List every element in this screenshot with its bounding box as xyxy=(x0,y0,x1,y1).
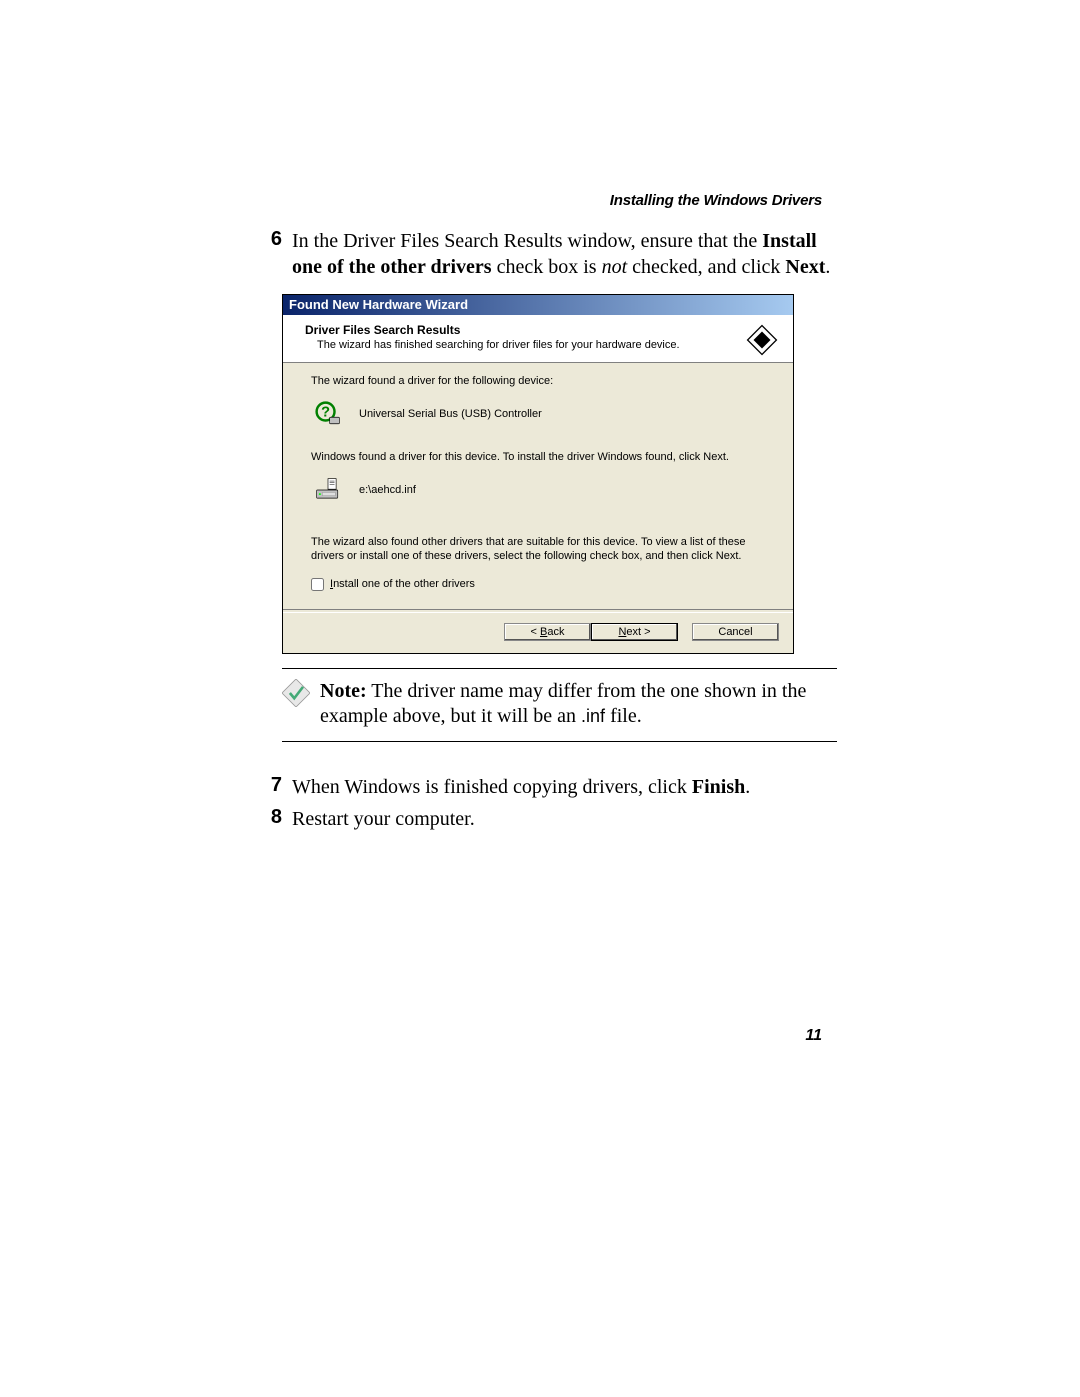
italic-text: not xyxy=(602,256,628,278)
wizard-titlebar: Found New Hardware Wizard xyxy=(283,295,793,315)
note-block: Note: The driver name may differ from th… xyxy=(282,668,837,742)
text: . xyxy=(825,256,830,278)
bold-text: Next xyxy=(785,256,825,278)
step-body: In the Driver Files Search Results windo… xyxy=(282,228,835,280)
device-row: ? Universal Serial Bus (USB) Controller xyxy=(315,401,771,427)
text: . xyxy=(745,776,750,798)
svg-text:?: ? xyxy=(321,404,330,420)
inf-extension: .inf xyxy=(581,706,605,726)
step-body: Restart your computer. xyxy=(282,806,475,832)
step-number: 6 xyxy=(250,228,282,251)
text: checked, and click xyxy=(627,256,785,278)
checkbox-label: Install one of the other drivers xyxy=(330,578,475,590)
wizard-button-row: < Back Next > Cancel xyxy=(283,613,793,653)
step-7: 7 When Windows is finished copying drive… xyxy=(250,774,835,800)
step-8: 8 Restart your computer. xyxy=(250,806,835,832)
page-number: 11 xyxy=(805,1027,822,1045)
step-number: 8 xyxy=(250,806,282,829)
wizard-body: The wizard found a driver for the follow… xyxy=(283,363,793,597)
device-name: Universal Serial Bus (USB) Controller xyxy=(359,408,542,420)
wizard-header: Driver Files Search Results The wizard h… xyxy=(283,315,793,363)
note-text: Note: The driver name may differ from th… xyxy=(320,679,837,729)
note-bottom-rule xyxy=(282,741,837,742)
wizard-install-note: Windows found a driver for this device. … xyxy=(311,451,771,463)
wizard-header-subtitle: The wizard has finished searching for dr… xyxy=(317,339,680,351)
back-button[interactable]: < Back xyxy=(504,623,591,641)
step-number: 7 xyxy=(250,774,282,797)
note-label: Note: xyxy=(320,680,367,702)
diamond-icon xyxy=(745,323,779,357)
wizard-other-drivers-text: The wizard also found other drivers that… xyxy=(311,535,771,564)
text: The driver name may differ from the one … xyxy=(320,680,806,727)
page-content: 6 In the Driver Files Search Results win… xyxy=(250,228,835,838)
file-row: e:\aehcd.inf xyxy=(315,477,771,503)
note-top-rule xyxy=(282,668,837,669)
wizard-window: Found New Hardware Wizard Driver Files S… xyxy=(282,294,794,654)
install-other-drivers-checkbox[interactable] xyxy=(311,578,324,591)
next-button[interactable]: Next > xyxy=(591,623,678,641)
step-body: When Windows is finished copying drivers… xyxy=(282,774,750,800)
file-path: e:\aehcd.inf xyxy=(359,484,416,496)
text: check box is xyxy=(492,256,602,278)
cancel-button[interactable]: Cancel xyxy=(692,623,779,641)
text: Restart your computer. xyxy=(292,808,475,830)
wizard-header-title: Driver Files Search Results xyxy=(305,323,680,337)
text: In the Driver Files Search Results windo… xyxy=(292,230,762,252)
text: When Windows is finished copying drivers… xyxy=(292,776,692,798)
running-header: Installing the Windows Drivers xyxy=(610,192,822,209)
bold-text: Finish xyxy=(692,776,745,798)
wizard-screenshot: Found New Hardware Wizard Driver Files S… xyxy=(282,294,835,654)
note-checkmark-icon xyxy=(282,679,310,707)
drive-file-icon xyxy=(315,477,341,503)
wizard-found-text: The wizard found a driver for the follow… xyxy=(311,375,771,387)
text: file. xyxy=(605,705,642,727)
step-6: 6 In the Driver Files Search Results win… xyxy=(250,228,835,280)
checkbox-row: Install one of the other drivers xyxy=(311,578,771,591)
question-device-icon: ? xyxy=(315,401,341,427)
